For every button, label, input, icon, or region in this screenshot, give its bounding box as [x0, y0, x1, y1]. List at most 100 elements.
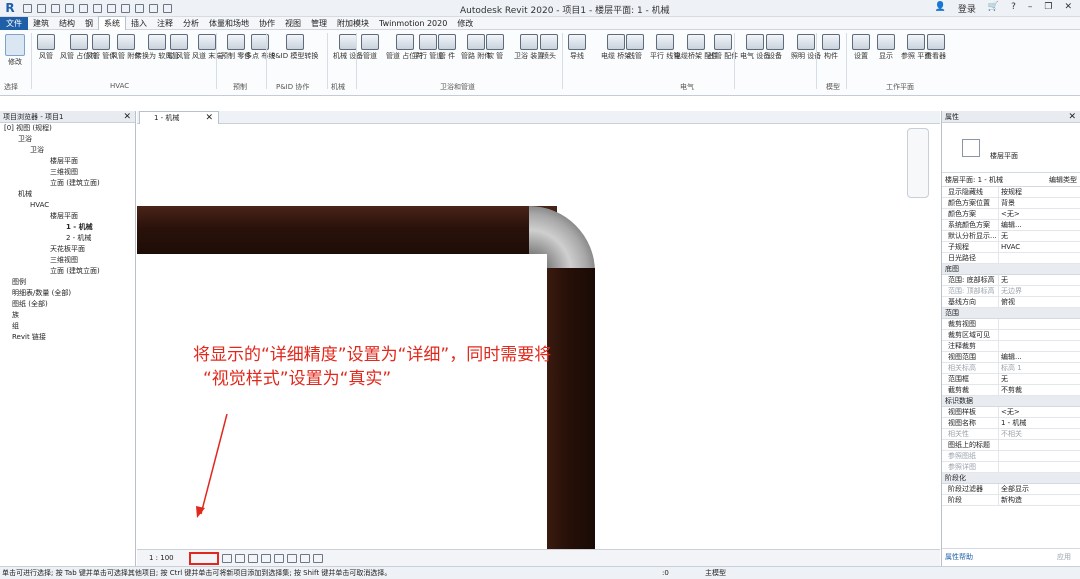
prop-row[interactable]: 注释裁剪 — [942, 341, 1080, 352]
duct-button[interactable]: 风管 — [37, 34, 55, 61]
save-icon[interactable] — [37, 3, 46, 13]
section-identity[interactable]: 标识数据 — [942, 396, 1080, 407]
tree-item[interactable]: 明细表/数量 (全部) — [0, 288, 135, 299]
tree-item-selected[interactable]: 1 - 机械 — [0, 222, 135, 233]
prop-row[interactable]: 子规程 HVAC — [942, 242, 1080, 253]
shadows-icon[interactable] — [234, 553, 245, 563]
tab-steel[interactable]: 钢 — [80, 17, 98, 30]
close-icon[interactable]: ✕ — [123, 111, 131, 123]
prop-row[interactable]: 颜色方案 <无> — [942, 209, 1080, 220]
tree-item[interactable]: 立面 (建筑立面) — [0, 178, 135, 189]
properties-help-link[interactable]: 属性帮助 — [945, 549, 973, 565]
print-icon[interactable] — [93, 3, 102, 13]
thin-lines-icon[interactable] — [149, 3, 158, 13]
tree-item[interactable]: 图例 — [0, 277, 135, 288]
wire-button[interactable]: 导线 — [568, 34, 586, 61]
conduit-button[interactable]: 线管 — [626, 34, 644, 61]
tree-item[interactable]: 三维视图 — [0, 255, 135, 266]
view-tab-1-mechanical[interactable]: 1 - 机械 ✕ — [139, 111, 219, 124]
drawing-canvas[interactable]: 将显示的“详细精度”设置为“详细”，同时需要将 “视觉样式”设置为“真实” — [137, 124, 940, 549]
tab-modify[interactable]: 修改 — [452, 17, 478, 30]
tree-item[interactable]: 组 — [0, 321, 135, 332]
prop-row[interactable]: 基线方向 俯视 — [942, 297, 1080, 308]
text-icon[interactable] — [121, 3, 130, 13]
minimize-button[interactable]: – — [1028, 2, 1033, 15]
air-terminal-button[interactable]: 风道 末端 — [192, 34, 222, 61]
tree-item[interactable]: 三维视图 — [0, 167, 135, 178]
tab-view[interactable]: 视图 — [280, 17, 306, 30]
tree-item[interactable]: 机械 — [0, 189, 135, 200]
tree-item[interactable]: 卫浴 — [0, 134, 135, 145]
instance-selector[interactable]: 楼层平面: 1 - 机械 编辑类型 — [942, 173, 1080, 187]
viewer-button[interactable]: 查看器 — [925, 34, 946, 61]
prop-row[interactable]: 阶段过滤器 全部显示 — [942, 484, 1080, 495]
tree-item[interactable]: 楼层平面 — [0, 156, 135, 167]
model-selector[interactable]: 主模型 — [705, 567, 726, 579]
close-icon[interactable]: ✕ — [205, 112, 213, 124]
tab-twinmotion[interactable]: Twinmotion 2020 — [374, 17, 452, 30]
tab-architecture[interactable]: 建筑 — [28, 17, 54, 30]
navigation-bar[interactable] — [907, 128, 929, 198]
tab-structure[interactable]: 结构 — [54, 17, 80, 30]
sync-icon[interactable] — [51, 3, 60, 13]
tree-item[interactable]: HVAC — [0, 200, 135, 211]
prop-row[interactable]: 系统颜色方案 编辑... — [942, 220, 1080, 231]
prop-row[interactable]: 显示隐藏线 按规程 — [942, 187, 1080, 198]
type-selector[interactable]: 楼层平面 — [942, 123, 1080, 173]
redo-icon[interactable] — [79, 3, 88, 13]
apply-button[interactable]: 应用 — [1057, 549, 1071, 565]
tree-item[interactable]: 族 — [0, 310, 135, 321]
3d-view-icon[interactable] — [135, 3, 144, 13]
temporary-hide-icon[interactable] — [273, 553, 284, 563]
open-icon[interactable] — [23, 3, 32, 13]
highlight-displacement-icon[interactable] — [312, 553, 323, 563]
flex-duct-button[interactable]: 软 风管 — [167, 34, 190, 61]
device-button[interactable]: 设备 — [766, 34, 784, 61]
analytical-model-icon[interactable] — [299, 553, 310, 563]
prop-row[interactable]: 默认分析显示... 无 — [942, 231, 1080, 242]
user-icon[interactable]: 👤 — [935, 2, 946, 15]
show-workplane-button[interactable]: 显示 — [877, 34, 895, 61]
prop-row[interactable]: 颜色方案位置 背景 — [942, 198, 1080, 209]
prop-row[interactable]: 裁剪视图 — [942, 319, 1080, 330]
close-button[interactable]: ✕ — [1064, 2, 1072, 15]
cart-icon[interactable]: 🛒 — [988, 2, 999, 15]
measure-icon[interactable] — [107, 3, 116, 13]
close-icon[interactable]: ✕ — [1068, 111, 1076, 123]
tab-addins[interactable]: 附加模块 — [332, 17, 374, 30]
tab-systems[interactable]: 系统 — [98, 16, 126, 30]
pid-convert-button[interactable]: P&ID 模型转换 — [271, 34, 318, 61]
group-select[interactable]: 选择 — [4, 82, 18, 92]
vertical-pipe[interactable] — [547, 268, 595, 549]
crop-icon[interactable] — [247, 553, 258, 563]
tree-item[interactable]: 立面 (建筑立面) — [0, 266, 135, 277]
pipe-fitting-button[interactable]: 管 件 — [438, 34, 456, 61]
section-extents[interactable]: 范围 — [942, 308, 1080, 319]
horizontal-pipe[interactable] — [137, 206, 557, 254]
prop-row[interactable]: 日光路径 — [942, 253, 1080, 264]
sun-path-icon[interactable] — [221, 553, 232, 563]
reveal-hidden-icon[interactable] — [286, 553, 297, 563]
tab-insert[interactable]: 插入 — [126, 17, 152, 30]
view-scale[interactable]: 1 : 100 — [149, 554, 174, 562]
prop-row[interactable]: 范围框无 — [942, 374, 1080, 385]
tree-item[interactable]: Revit 链接 — [0, 332, 135, 343]
tab-analyze[interactable]: 分析 — [178, 17, 204, 30]
set-workplane-button[interactable]: 设置 — [852, 34, 870, 61]
prop-row[interactable]: 图纸上的标题 — [942, 440, 1080, 451]
prop-row[interactable]: 阶段 新构造 — [942, 495, 1080, 506]
tab-manage[interactable]: 管理 — [306, 17, 332, 30]
prop-row[interactable]: 视图范围 编辑... — [942, 352, 1080, 363]
prop-row[interactable]: 范围: 底部标高无 — [942, 275, 1080, 286]
restore-button[interactable]: ❐ — [1044, 2, 1052, 15]
prop-row[interactable]: 视图样板 <无> — [942, 407, 1080, 418]
tree-item[interactable]: [0] 视图 (规程) — [0, 123, 135, 134]
show-crop-icon[interactable] — [260, 553, 271, 563]
modify-button[interactable]: 修改 — [5, 34, 25, 67]
help-icon[interactable]: ? — [1011, 2, 1016, 15]
tree-item[interactable]: 天花板平面 — [0, 244, 135, 255]
tree-item[interactable]: 图纸 (全部) — [0, 299, 135, 310]
undo-icon[interactable] — [65, 3, 74, 13]
revit-logo[interactable]: R — [3, 1, 17, 15]
tree-item[interactable]: 卫浴 — [0, 145, 135, 156]
